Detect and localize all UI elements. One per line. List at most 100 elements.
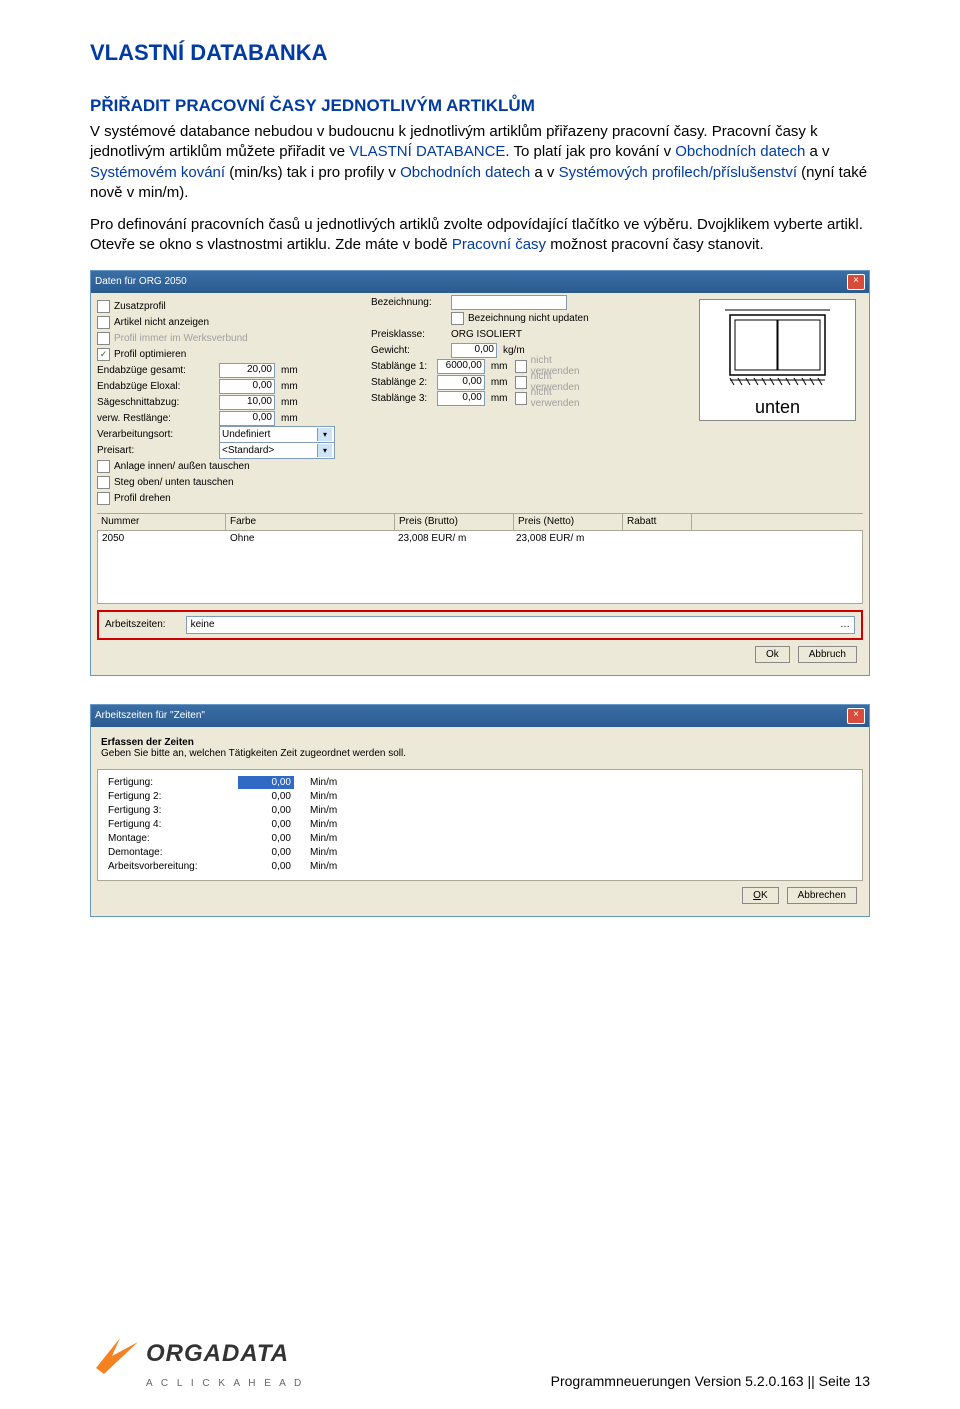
checkbox-anlage[interactable] bbox=[97, 460, 110, 473]
checkbox-bez-update[interactable] bbox=[451, 312, 464, 325]
table-row[interactable]: 2050 Ohne 23,008 EUR/ m 23,008 EUR/ m bbox=[97, 531, 863, 604]
dropdown-value: Undefiniert bbox=[222, 429, 270, 440]
table-row: Fertigung:0,00Min/m bbox=[108, 776, 852, 790]
paragraph-2: Pro definování pracovních časů u jednotl… bbox=[90, 215, 870, 256]
checkbox-steg[interactable] bbox=[97, 476, 110, 489]
label: Anlage innen/ außen tauschen bbox=[114, 461, 250, 472]
page-number: Programmneuerungen Version 5.2.0.163 || … bbox=[551, 1373, 870, 1389]
ok-button[interactable]: OOKK bbox=[742, 887, 778, 904]
checkbox-profil-drehen[interactable] bbox=[97, 492, 110, 505]
page-title: VLASTNÍ DATABANKA bbox=[90, 40, 870, 66]
label: Profil drehen bbox=[114, 493, 171, 504]
text: a v bbox=[805, 143, 829, 160]
logo-arrow-icon bbox=[90, 1332, 140, 1376]
link-systemovych-profilech: Systémových profilech/příslušenství bbox=[559, 164, 797, 181]
text: (min/ks) tak i pro profily v bbox=[225, 164, 400, 181]
label: Steg oben/ unten tauschen bbox=[114, 477, 234, 488]
input-endabzuge[interactable]: 20,00 bbox=[219, 363, 275, 378]
th-farbe[interactable]: Farbe bbox=[226, 514, 395, 530]
cell-brutto: 23,008 EUR/ m bbox=[394, 533, 512, 603]
dropdown-verarbeitung[interactable]: Undefiniert▾ bbox=[219, 426, 335, 443]
input-stab2[interactable]: 0,00 bbox=[437, 375, 484, 390]
close-icon[interactable]: × bbox=[847, 274, 865, 290]
th-netto[interactable]: Preis (Netto) bbox=[514, 514, 623, 530]
input-sageschnitt[interactable]: 10,00 bbox=[219, 395, 275, 410]
input-time[interactable]: 0,00 bbox=[238, 832, 294, 845]
label: Zusatzprofil bbox=[114, 301, 166, 312]
dropdown-arbeitszeiten[interactable]: keine … bbox=[186, 616, 855, 634]
label: Arbeitsvorbereitung: bbox=[108, 861, 238, 872]
th-brutto[interactable]: Preis (Brutto) bbox=[395, 514, 514, 530]
label: Endabzüge gesamt: bbox=[97, 365, 219, 376]
group-heading: Erfassen der Zeiten bbox=[101, 737, 859, 748]
cell-farbe: Ohne bbox=[226, 533, 394, 603]
input-time[interactable]: 0,00 bbox=[238, 776, 294, 789]
titlebar[interactable]: Daten für ORG 2050 × bbox=[91, 271, 869, 293]
dropdown-value: <Standard> bbox=[222, 445, 274, 456]
label: Preisklasse: bbox=[371, 329, 451, 340]
table-row: Fertigung 4:0,00Min/m bbox=[108, 818, 852, 832]
unit: mm bbox=[281, 381, 298, 392]
cancel-button[interactable]: Abbrechen bbox=[787, 887, 857, 904]
table-row: Fertigung 3:0,00Min/m bbox=[108, 804, 852, 818]
unit: mm bbox=[491, 361, 508, 372]
label-unten: unten bbox=[755, 397, 800, 418]
label: Demontage: bbox=[108, 847, 238, 858]
label: Bezeichnung: bbox=[371, 297, 451, 308]
link-obchodnich-datech: Obchodních datech bbox=[675, 143, 805, 160]
unit: mm bbox=[491, 393, 508, 404]
th-rabatt[interactable]: Rabatt bbox=[623, 514, 692, 530]
window-title: Arbeitszeiten für "Zeiten" bbox=[95, 710, 205, 721]
unit: Min/m bbox=[294, 847, 370, 858]
checkbox-artikel-nicht[interactable] bbox=[97, 316, 110, 329]
input-time[interactable]: 0,00 bbox=[238, 804, 294, 817]
input-endabzuge-eloxal[interactable]: 0,00 bbox=[219, 379, 275, 394]
label: Profil immer im Werksverbund bbox=[114, 333, 248, 344]
unit: mm bbox=[281, 397, 298, 408]
label: Stablänge 1: bbox=[371, 361, 437, 372]
input-stab1[interactable]: 6000,00 bbox=[437, 359, 484, 374]
profile-drawing: unten bbox=[699, 299, 856, 421]
unit: Min/m bbox=[294, 861, 370, 872]
label-arbeitszeiten: Arbeitszeiten: bbox=[105, 619, 166, 630]
titlebar[interactable]: Arbeitszeiten für "Zeiten" × bbox=[91, 705, 869, 727]
label: Stablänge 3: bbox=[371, 393, 437, 404]
link-systemovem-kovani: Systémovém kování bbox=[90, 164, 225, 181]
input-time[interactable]: 0,00 bbox=[238, 846, 294, 859]
label: Preisart: bbox=[97, 445, 219, 456]
cell-nummer: 2050 bbox=[98, 533, 226, 603]
cancel-button[interactable]: Abbruch bbox=[798, 646, 857, 663]
page-footer: ORGADATA A C L I C K A H E A D Programmn… bbox=[90, 1332, 870, 1389]
checkbox-profil-immer bbox=[97, 332, 110, 345]
th-nummer[interactable]: Nummer bbox=[97, 514, 226, 530]
checkbox-nicht-2 bbox=[515, 376, 526, 389]
input-bezeichnung[interactable] bbox=[451, 295, 567, 310]
ok-button[interactable]: Ok bbox=[755, 646, 790, 663]
input-time[interactable]: 0,00 bbox=[238, 860, 294, 873]
label: Fertigung 2: bbox=[108, 791, 238, 802]
input-gewicht[interactable]: 0,00 bbox=[451, 343, 497, 358]
unit: Min/m bbox=[294, 791, 370, 802]
ellipsis-icon: … bbox=[840, 619, 850, 630]
text: možnost pracovní časy stanovit. bbox=[550, 236, 763, 253]
input-verw-rest[interactable]: 0,00 bbox=[219, 411, 275, 426]
unit: Min/m bbox=[294, 833, 370, 844]
input-time[interactable]: 0,00 bbox=[238, 818, 294, 831]
unit: Min/m bbox=[294, 805, 370, 816]
group-description: Geben Sie bitte an, welchen Tätigkeiten … bbox=[101, 748, 859, 759]
table-row: Arbeitsvorbereitung:0,00Min/m bbox=[108, 860, 852, 874]
chevron-down-icon: ▾ bbox=[317, 444, 332, 457]
logo: ORGADATA A C L I C K A H E A D bbox=[90, 1332, 304, 1389]
label: Verarbeitungsort: bbox=[97, 429, 219, 440]
table-row: Montage:0,00Min/m bbox=[108, 832, 852, 846]
unit: Min/m bbox=[294, 777, 370, 788]
close-icon[interactable]: × bbox=[847, 708, 865, 724]
input-time[interactable]: 0,00 bbox=[238, 790, 294, 803]
table-row: Demontage:0,00Min/m bbox=[108, 846, 852, 860]
checkbox-zusatzprofil[interactable] bbox=[97, 300, 110, 313]
checkbox-profil-optimieren[interactable] bbox=[97, 348, 110, 361]
link-vlastni-databance: VLASTNÍ DATABANCE bbox=[349, 143, 505, 160]
label: Endabzüge Eloxal: bbox=[97, 381, 219, 392]
input-stab3[interactable]: 0,00 bbox=[437, 391, 484, 406]
dropdown-preisart[interactable]: <Standard> ▾ bbox=[219, 442, 335, 459]
